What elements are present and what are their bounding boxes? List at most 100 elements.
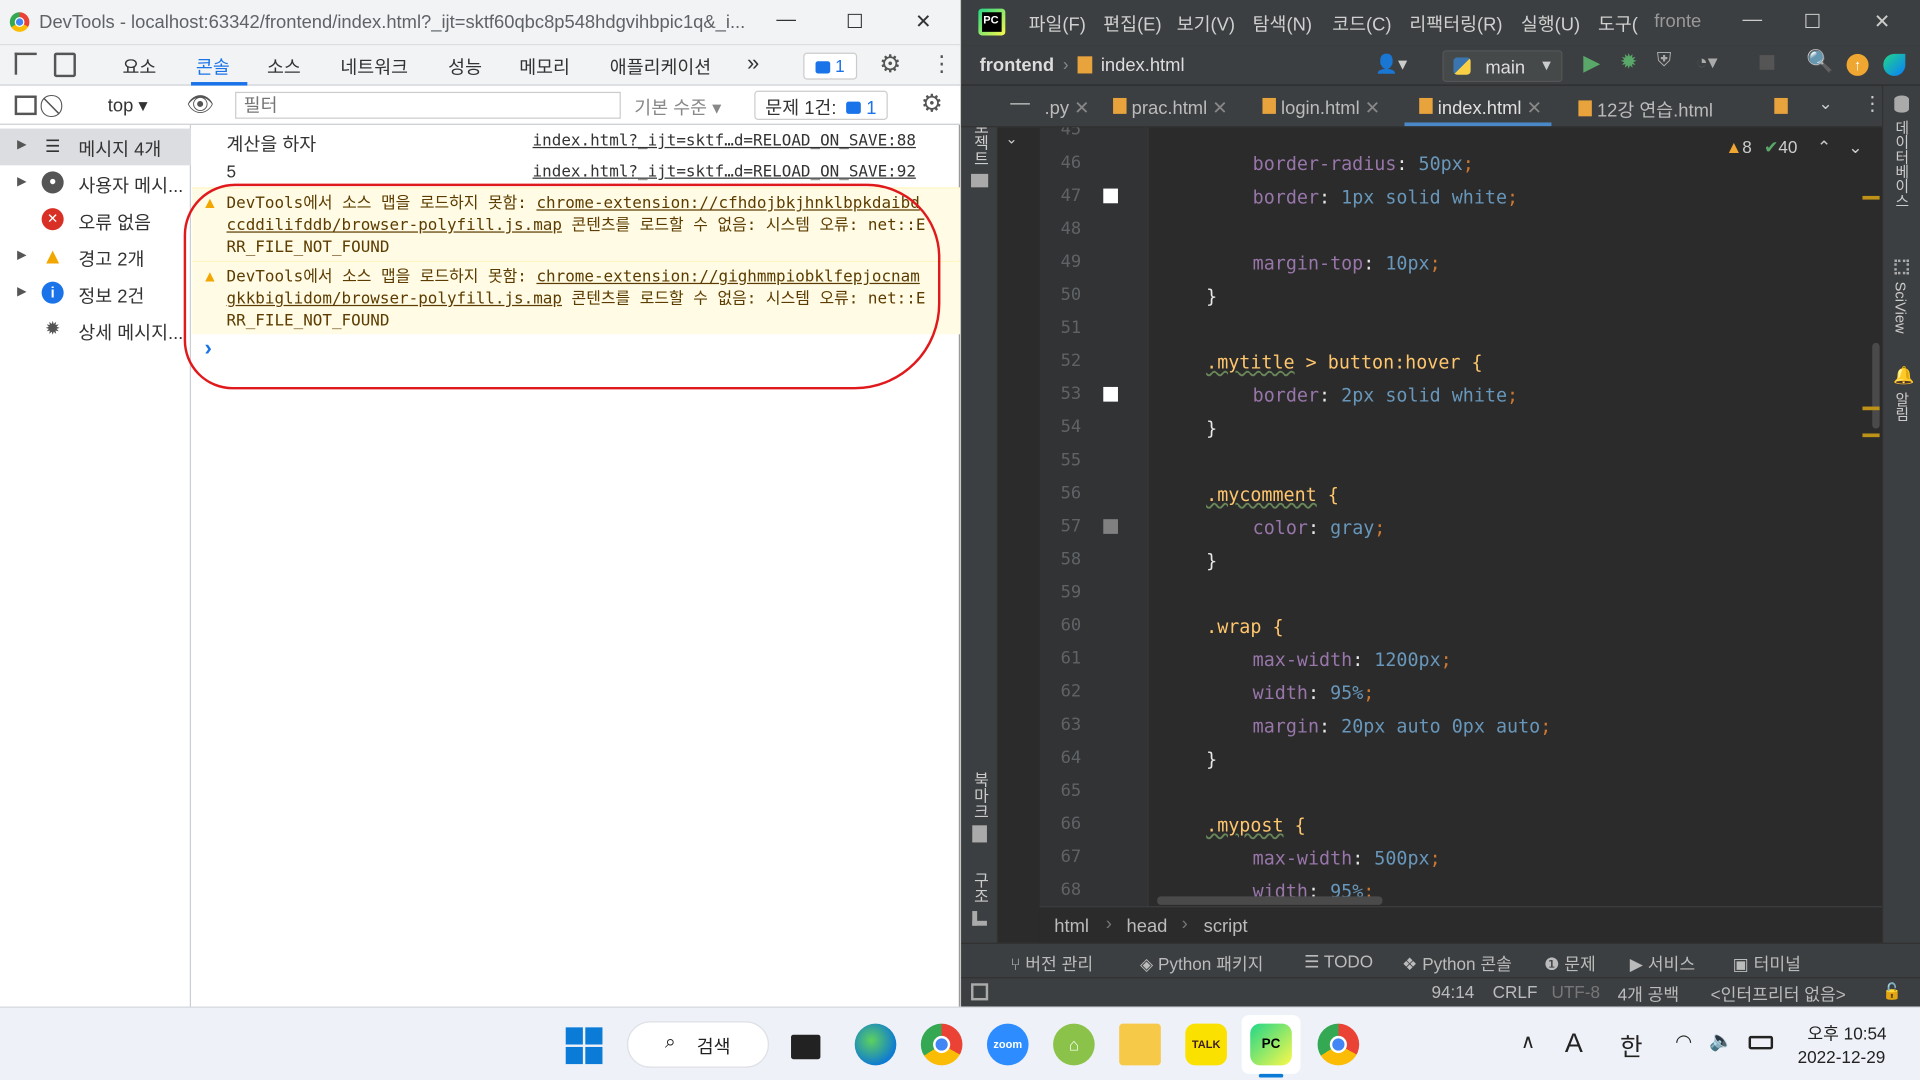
sidebar-item-info[interactable]: ▶ i 정보 2건 — [0, 276, 191, 313]
kakaotalk-icon[interactable]: TALK — [1185, 1023, 1227, 1066]
user-account-icon[interactable]: 👤▾ — [1375, 53, 1407, 75]
inspect-element-icon[interactable] — [14, 52, 37, 75]
tool-structure[interactable]: 구조 — [969, 872, 992, 904]
debug-icon[interactable]: ✹ — [1620, 50, 1637, 74]
tray-overflow-icon[interactable]: ∧ — [1521, 1030, 1535, 1054]
lock-icon[interactable]: 🔓 — [1882, 982, 1902, 1002]
update-icon[interactable]: ↑ — [1846, 53, 1869, 76]
tool-notifications[interactable]: 알림 — [1892, 392, 1913, 421]
menu-run[interactable]: 실행(U) — [1521, 11, 1580, 37]
expand-arrow-icon[interactable]: ▶ — [17, 138, 26, 151]
tab-login[interactable]: login.html ✕ — [1262, 97, 1380, 119]
tool-python-console[interactable]: ❖ Python 콘솔 — [1402, 951, 1512, 975]
collapse-icon[interactable]: — — [1010, 93, 1030, 115]
minimize-icon[interactable]: — — [1740, 10, 1764, 32]
tab-console[interactable]: 콘솔 — [196, 54, 230, 80]
profile-icon[interactable]: ◔▾ — [1696, 50, 1718, 74]
taskbar-search[interactable]: ⌕ 검색 — [626, 1021, 769, 1068]
tab-sources[interactable]: 소스 — [267, 54, 301, 80]
filter-input[interactable] — [235, 91, 621, 119]
expand-arrow-icon[interactable]: ▶ — [17, 285, 26, 298]
panel-toggle-icon[interactable] — [971, 983, 989, 1001]
sidebar-item-warnings[interactable]: ▶ ▲ 경고 2개 — [0, 239, 191, 276]
html-file-icon[interactable] — [1774, 97, 1788, 114]
close-tab-icon[interactable]: ✕ — [1527, 98, 1542, 119]
coverage-icon[interactable]: ⛨ — [1657, 50, 1672, 72]
run-icon[interactable]: ▶ — [1583, 50, 1600, 76]
chrome-icon[interactable] — [920, 1023, 963, 1066]
nav-file[interactable]: index.html — [1101, 55, 1185, 76]
windows-start-icon[interactable] — [565, 1027, 603, 1065]
tab-12[interactable]: 12강 연습.html — [1578, 97, 1713, 123]
chevron-down-icon[interactable]: ⌄ — [1005, 130, 1017, 147]
expand-arrow-icon[interactable]: ▶ — [17, 249, 26, 262]
tool-vcs[interactable]: ⑂ 버전 관리 — [1010, 951, 1093, 975]
close-tab-icon[interactable]: ✕ — [1212, 98, 1227, 119]
sidebar-item-user-messages[interactable]: ▶ ● 사용자 메시... — [0, 165, 191, 202]
menu-refactor[interactable]: 리팩터링(R) — [1409, 11, 1502, 37]
tabs-dropdown-icon[interactable]: ⌄ — [1818, 93, 1832, 114]
tab-index[interactable]: index.html ✕ — [1419, 97, 1542, 119]
tool-sciview[interactable]: SciView — [1892, 282, 1909, 334]
clock-time[interactable]: 오후 10:54 — [1807, 1021, 1886, 1045]
tool-problems[interactable]: ❶ 문제 — [1544, 951, 1596, 975]
battery-icon[interactable] — [1748, 1035, 1774, 1050]
expand-arrow-icon[interactable]: ▶ — [17, 175, 26, 188]
android-icon[interactable]: ⌂ — [1053, 1023, 1095, 1066]
edge-icon[interactable] — [854, 1023, 897, 1066]
breadcrumb-head[interactable]: head — [1127, 916, 1168, 937]
pycharm-taskbar-icon[interactable]: PC — [1250, 1023, 1292, 1066]
close-icon[interactable]: ✕ — [911, 10, 935, 34]
issues-badge-button[interactable]: 1 — [803, 52, 858, 80]
close-icon[interactable]: ✕ — [1870, 10, 1894, 34]
status-interpreter[interactable]: <인터프리터 없음> — [1711, 982, 1846, 1006]
tool-services[interactable]: ▶ 서비스 — [1630, 951, 1695, 975]
run-config-selector[interactable]: main ▼ — [1442, 50, 1563, 83]
tab-prac[interactable]: prac.html ✕ — [1113, 97, 1228, 119]
tab-performance[interactable]: 성능 — [448, 54, 482, 80]
nav-project[interactable]: frontend — [980, 55, 1054, 76]
stop-icon[interactable] — [1759, 55, 1775, 70]
minimize-icon[interactable]: — — [774, 10, 798, 32]
menu-file[interactable]: 파일(F) — [1029, 11, 1086, 37]
menu-edit[interactable]: 편집(E) — [1103, 11, 1161, 37]
status-line-separator[interactable]: CRLF — [1493, 982, 1538, 1002]
status-position[interactable]: 94:14 — [1431, 982, 1474, 1002]
tool-python-packages[interactable]: ◈ Python 패키지 — [1140, 951, 1263, 975]
vertical-scrollbar[interactable] — [1872, 342, 1880, 429]
tool-bookmarks[interactable]: 북마크 — [969, 771, 992, 819]
more-tabs-button[interactable]: » — [747, 50, 759, 76]
more-options-icon[interactable]: ⋮ — [931, 51, 953, 77]
volume-icon[interactable]: 🔈 — [1709, 1029, 1733, 1053]
tab-memory[interactable]: 메모리 — [519, 54, 570, 80]
sidebar-toggle-icon[interactable] — [14, 95, 37, 116]
tool-todo[interactable]: ☰ TODO — [1304, 951, 1373, 972]
chevron-down-icon[interactable]: ⌄ — [1848, 137, 1862, 157]
maximize-icon[interactable]: ☐ — [842, 10, 866, 34]
sidebar-item-errors[interactable]: ✕ 오류 없음 — [0, 202, 191, 239]
source-link[interactable]: index.html?_ijt=sktf…d=RELOAD_ON_SAVE:88 — [533, 132, 916, 150]
close-tab-icon[interactable]: ✕ — [1074, 98, 1089, 119]
status-encoding[interactable]: UTF-8 — [1551, 982, 1600, 1002]
taskview-icon[interactable] — [791, 1034, 821, 1060]
device-toolbar-icon[interactable] — [53, 52, 76, 78]
source-link[interactable]: index.html?_ijt=sktf…d=RELOAD_ON_SAVE:92 — [533, 163, 916, 181]
level-selector[interactable]: 기본 수준 ▾ — [634, 94, 721, 120]
tool-terminal[interactable]: ▣ 터미널 — [1733, 951, 1801, 975]
live-expression-eye-icon[interactable]: 👁 — [186, 92, 214, 118]
ime-mode-a[interactable]: A — [1565, 1027, 1583, 1059]
zoom-icon[interactable]: zoom — [986, 1023, 1029, 1066]
close-tab-icon[interactable]: ✕ — [1365, 98, 1380, 119]
jetbrains-logo-icon[interactable] — [1883, 53, 1906, 76]
ime-mode-han[interactable]: 한 — [1620, 1027, 1643, 1063]
inspection-widget[interactable]: ▲8 ✔40 ⌃ ⌄ — [1725, 137, 1862, 158]
search-everywhere-icon[interactable]: 🔍 — [1806, 49, 1833, 75]
chrome-icon-2[interactable] — [1317, 1023, 1360, 1066]
breadcrumb-html[interactable]: html — [1054, 916, 1089, 937]
settings-gear-icon[interactable]: ⚙ — [879, 49, 901, 80]
chevron-up-icon[interactable]: ⌃ — [1817, 137, 1831, 157]
clock-date[interactable]: 2022-12-29 — [1798, 1047, 1886, 1067]
file-explorer-icon[interactable] — [1119, 1023, 1161, 1066]
more-options-icon[interactable]: ⋮ — [1862, 92, 1882, 116]
context-selector[interactable]: top ▾ — [108, 94, 148, 117]
